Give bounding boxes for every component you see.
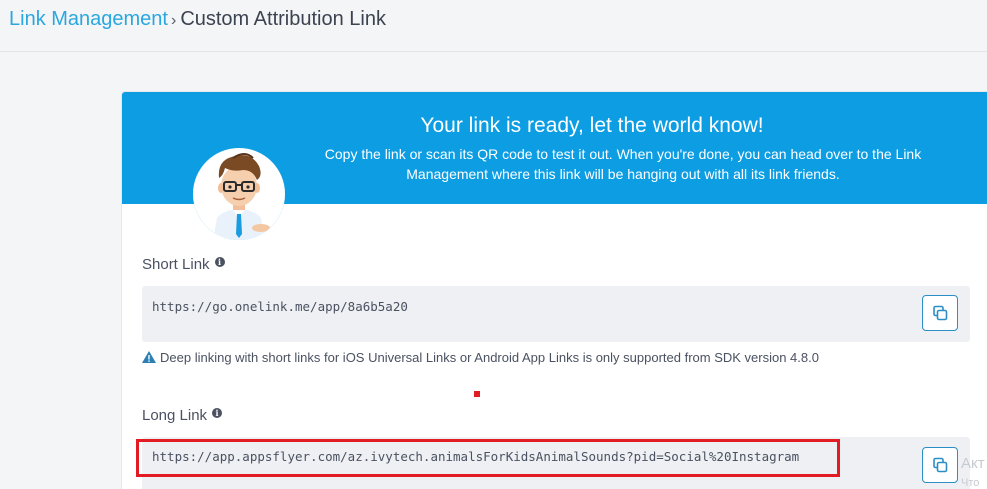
copy-short-link-button[interactable] (922, 295, 958, 331)
page-title: Custom Attribution Link (180, 8, 386, 30)
mascot-avatar (193, 148, 285, 240)
breadcrumb-link-management[interactable]: Link Management (9, 8, 168, 30)
copy-icon (933, 457, 948, 473)
short-link-box: https://go.onelink.me/app/8a6b5a20 (142, 286, 970, 342)
short-link-label: Short Link i (142, 256, 225, 274)
short-link-label-text: Short Link (142, 256, 210, 273)
copy-long-link-button[interactable] (922, 447, 958, 483)
activation-watermark-sub: Что (961, 477, 980, 489)
header-bar: Link Management › Custom Attribution Link (0, 0, 987, 52)
long-link-highlight (136, 439, 840, 477)
long-link-label-text: Long Link (142, 407, 208, 424)
info-icon[interactable]: i (214, 257, 225, 267)
long-link-label: Long Link i (142, 407, 223, 425)
banner-description: Copy the link or scan its QR code to tes… (324, 146, 922, 182)
activation-watermark: Акт (961, 455, 985, 472)
warning-icon (142, 351, 156, 363)
info-icon[interactable]: i (212, 408, 223, 418)
annotation-dot (474, 391, 480, 397)
breadcrumb: Link Management › Custom Attribution Link (9, 7, 386, 33)
copy-icon (933, 305, 948, 321)
warning-text: Deep linking with short links for iOS Un… (160, 350, 819, 365)
breadcrumb-separator: › (170, 12, 177, 29)
sdk-warning: Deep linking with short links for iOS Un… (142, 350, 819, 365)
link-ready-card: Your link is ready, let the world know! … (122, 92, 987, 489)
short-link-value[interactable]: https://go.onelink.me/app/8a6b5a20 (152, 299, 408, 314)
banner-title: Your link is ready, let the world know! (420, 114, 764, 137)
